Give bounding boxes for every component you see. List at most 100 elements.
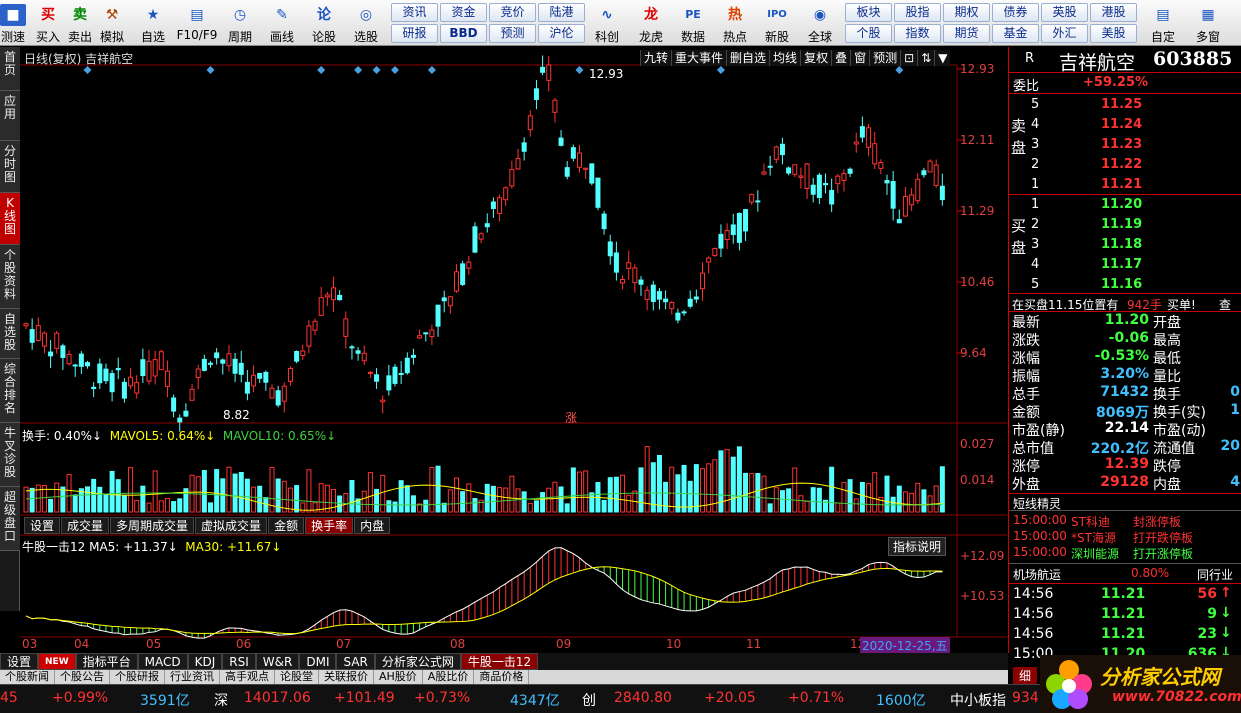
tab-formula-net[interactable]: 分析家公式网	[374, 653, 461, 670]
tab-amount[interactable]: 金额	[268, 517, 305, 534]
sell-level-row[interactable]: 5 11.25	[1009, 95, 1241, 115]
tab-home[interactable]: 首页	[0, 47, 20, 91]
watchlist-button[interactable]: ★ 自选	[136, 2, 170, 44]
forecast-button[interactable]: 预测	[489, 24, 536, 43]
tab-virtual-volume[interactable]: 虚拟成交量	[195, 517, 268, 534]
buy-level-row[interactable]: 4 11.17	[1009, 255, 1241, 275]
bonds-button[interactable]: 债券	[992, 3, 1039, 22]
sell-level-row[interactable]: 2 11.22	[1009, 155, 1241, 175]
buy-level-row[interactable]: 1 11.20	[1009, 195, 1241, 215]
sector-button[interactable]: 板块	[845, 3, 892, 22]
tab-multi-period-volume[interactable]: 多周期成交量	[110, 517, 195, 534]
funds2-button[interactable]: 基金	[992, 24, 1039, 43]
bbd-button[interactable]: BBD	[440, 24, 487, 43]
sell-level-row[interactable]: 3 11.23	[1009, 135, 1241, 155]
tab-stock-info[interactable]: 个股资料	[0, 245, 20, 309]
news-tab[interactable]: AH股价	[374, 670, 423, 684]
auction-button[interactable]: 竞价	[489, 3, 536, 22]
tab-wr[interactable]: W&R	[255, 653, 300, 670]
hk-stocks-button[interactable]: 港股	[1090, 3, 1137, 22]
news-tab[interactable]: 关联报价	[319, 670, 374, 684]
custom-button[interactable]: ▤ 自定	[1145, 2, 1181, 44]
buy-level-row[interactable]: 3 11.18	[1009, 235, 1241, 255]
speedtest-button[interactable]: ■ 测速	[0, 2, 26, 44]
index-futures-button[interactable]: 股指	[894, 3, 941, 22]
tab-settings[interactable]: 设置	[24, 517, 61, 534]
sort-icon[interactable]: ⇅	[917, 50, 935, 66]
research-button[interactable]: 研报	[391, 24, 438, 43]
news-button[interactable]: 资讯	[391, 3, 438, 22]
lock-icon[interactable]: ⊡	[900, 50, 918, 66]
indicator-help-button[interactable]: 指标说明	[888, 537, 947, 556]
tab-rsi[interactable]: RSI	[222, 653, 256, 670]
tab-volume[interactable]: 成交量	[61, 517, 110, 534]
tab-kline[interactable]: K线图	[0, 193, 20, 245]
ma-button[interactable]: 均线	[769, 50, 801, 66]
data-button[interactable]: PE 数据	[676, 2, 710, 44]
shanghai-london-button[interactable]: 沪伦	[538, 24, 585, 43]
short-sprite-row[interactable]: 15:00:00 ST科迪 封涨停板	[1009, 513, 1241, 529]
futures-button[interactable]: 期货	[943, 24, 990, 43]
sell-button[interactable]: 卖卖出	[66, 2, 94, 44]
us-stocks-button[interactable]: 美股	[1090, 24, 1137, 43]
chinext-name[interactable]: 创	[582, 690, 596, 710]
tab-watchlist[interactable]: 自选股	[0, 309, 20, 359]
short-sprite-row[interactable]: 15:00:00 *ST海源 打开跌停板	[1009, 529, 1241, 545]
ipo-button[interactable]: IPO 新股	[760, 2, 794, 44]
dragon-tiger-button[interactable]: 龙龙虎	[634, 2, 668, 44]
discuss-button[interactable]: 论论股	[308, 2, 340, 44]
adjust-button[interactable]: 复权	[800, 50, 832, 66]
news-tab[interactable]: 个股新闻	[0, 670, 55, 684]
sz-index-name[interactable]: 深	[214, 690, 228, 710]
buy-level-row[interactable]: 5 11.16	[1009, 275, 1241, 295]
funds-button[interactable]: 资金	[440, 3, 487, 22]
options-button[interactable]: 期权	[943, 3, 990, 22]
tab-diagnosis[interactable]: 牛叉诊股	[0, 423, 20, 487]
news-tab[interactable]: 高手观点	[220, 670, 275, 684]
chevron-down-icon[interactable]: ▼	[934, 50, 951, 66]
screener-button[interactable]: ◎ 选股	[348, 2, 384, 44]
major-events-button[interactable]: 重大事件	[671, 50, 727, 66]
tab-kdj[interactable]: KDJ	[187, 653, 223, 670]
same-industry-button[interactable]: 同行业	[1197, 566, 1233, 583]
news-tab[interactable]: 论股堂	[275, 670, 319, 684]
tab-timeshare[interactable]: 分时图	[0, 141, 20, 193]
tab-macd[interactable]: MACD	[137, 653, 188, 670]
multiwindow-button[interactable]: ▦ 多窗	[1190, 2, 1226, 44]
news-tab[interactable]: 行业资讯	[165, 670, 220, 684]
detail-tab[interactable]: 细	[1013, 667, 1038, 684]
f10-button[interactable]: ▤ F10/F9	[175, 2, 219, 44]
hk-connect-button[interactable]: 陆港	[538, 3, 585, 22]
tab-indicator-platform[interactable]: 指标平台	[75, 653, 138, 670]
index-button[interactable]: 指数	[894, 24, 941, 43]
period-button[interactable]: ◷ 周期	[222, 2, 258, 44]
stocks-button[interactable]: 个股	[845, 24, 892, 43]
tab-ranking[interactable]: 综合排名	[0, 359, 20, 423]
tab-apps[interactable]: 应用	[0, 91, 20, 141]
news-tab[interactable]: 个股研报	[110, 670, 165, 684]
buy-button[interactable]: 买买入	[34, 2, 62, 44]
tab-bull-strike[interactable]: 牛股一击12	[460, 653, 539, 670]
tab-inner-volume[interactable]: 内盘	[354, 517, 391, 534]
nine-turn-button[interactable]: 九转	[640, 50, 672, 66]
tab-indicator-settings[interactable]: 设置	[0, 653, 39, 670]
draw-button[interactable]: ✎ 画线	[264, 2, 300, 44]
sme-index-name[interactable]: 中小板指	[950, 690, 1006, 710]
window-button[interactable]: 窗	[850, 50, 870, 66]
sell-level-row[interactable]: 4 11.24	[1009, 115, 1241, 135]
global-button[interactable]: ◉ 全球	[802, 2, 838, 44]
news-tab[interactable]: A股比价	[423, 670, 475, 684]
news-tab[interactable]: 个股公告	[55, 670, 110, 684]
kline-chart[interactable]	[20, 47, 1007, 653]
tab-sar[interactable]: SAR	[336, 653, 375, 670]
overlay-button[interactable]: 叠	[831, 50, 851, 66]
hotspot-button[interactable]: 热热点	[718, 2, 752, 44]
simulate-button[interactable]: ⚒ 模拟	[98, 2, 126, 44]
buy-level-row[interactable]: 2 11.19	[1009, 215, 1241, 235]
forecast-toggle-button[interactable]: 预测	[869, 50, 901, 66]
sell-level-row[interactable]: 1 11.21	[1009, 175, 1241, 195]
tab-turnover[interactable]: 换手率	[305, 517, 354, 534]
tab-super-book[interactable]: 超级盘口	[0, 487, 20, 551]
star-market-button[interactable]: ∿ 科创	[590, 2, 624, 44]
forex-button[interactable]: 外汇	[1041, 24, 1088, 43]
